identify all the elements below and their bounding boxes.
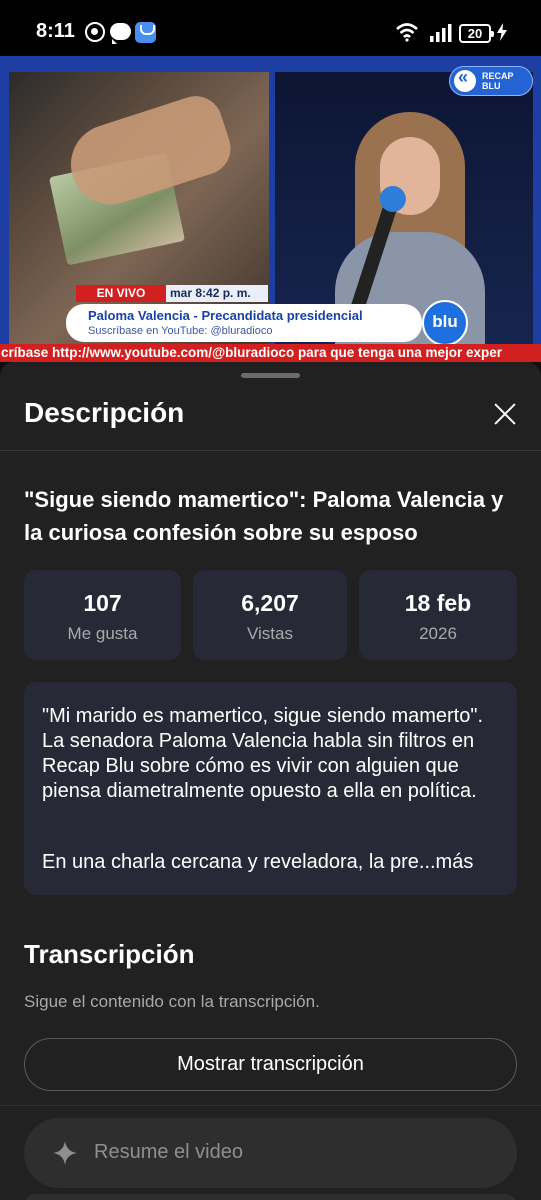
sparkle-icon (52, 1140, 78, 1166)
divider (0, 450, 541, 451)
recap-logo-text: RECAP BLU (482, 71, 514, 91)
video-player[interactable]: RECAP BLU EN VIVO mar 8:42 p. m. Paloma … (0, 56, 541, 362)
video-title: "Sigue siendo mamertico": Paloma Valenci… (24, 487, 504, 545)
description-more[interactable]: En una charla cercana y reveladora, la p… (42, 851, 473, 874)
stat-label: Vistas (247, 624, 293, 643)
lower-third: Paloma Valencia - Precandidata presidenc… (66, 304, 422, 342)
status-bar: 8:11 20 (0, 0, 541, 56)
stat-label: 2026 (419, 624, 457, 643)
app-notification-icon (135, 22, 156, 43)
stat-views: 6,207 Vistas (193, 570, 347, 660)
chat-icon (110, 23, 131, 44)
close-icon[interactable] (490, 399, 520, 429)
signal-icon (430, 24, 452, 42)
description-sheet: Descripción "Sigue siendo mamertico": Pa… (0, 362, 541, 1200)
news-ticker: críbase http://www.youtube.com/@bluradio… (0, 344, 541, 362)
summarize-placeholder: Resume el video (94, 1141, 243, 1163)
show-transcript-button[interactable]: Mostrar transcripción (24, 1038, 517, 1091)
battery-icon: 20 (459, 24, 494, 43)
charging-icon (497, 23, 507, 41)
transcript-title: Transcripción (24, 939, 195, 969)
drag-handle[interactable] (241, 373, 300, 378)
wifi-icon (395, 22, 419, 42)
recap-blu-logo: RECAP BLU (449, 66, 533, 96)
lower-third-subtitle: Suscríbase en YouTube: @bluradioco (88, 325, 273, 337)
description-text: "Mi marido es mamertico, sigue siendo ma… (42, 705, 484, 802)
lower-third-title: Paloma Valencia - Precandidata presidenc… (88, 308, 363, 323)
stat-value: 107 (83, 590, 122, 616)
blu-radio-logo: blu (422, 300, 468, 346)
whatsapp-icon (85, 22, 105, 42)
transcript-subtitle: Sigue el contenido con la transcripción. (24, 992, 320, 1011)
live-badge: EN VIVO (76, 285, 166, 302)
stat-value: 6,207 (241, 590, 299, 616)
stat-date: 18 feb 2026 (359, 570, 517, 660)
description-box[interactable]: "Mi marido es mamertico, sigue siendo ma… (24, 682, 517, 895)
stat-value: 18 feb (404, 590, 472, 616)
divider (0, 1105, 541, 1106)
status-time: 8:11 (36, 20, 75, 42)
live-time: mar 8:42 p. m. (166, 285, 268, 302)
stat-likes: 107 Me gusta (24, 570, 181, 660)
stat-label: Me gusta (67, 624, 138, 643)
sheet-title: Descripción (24, 397, 185, 428)
next-section-edge (24, 1194, 517, 1200)
summarize-input[interactable]: Resume el video (24, 1118, 517, 1188)
